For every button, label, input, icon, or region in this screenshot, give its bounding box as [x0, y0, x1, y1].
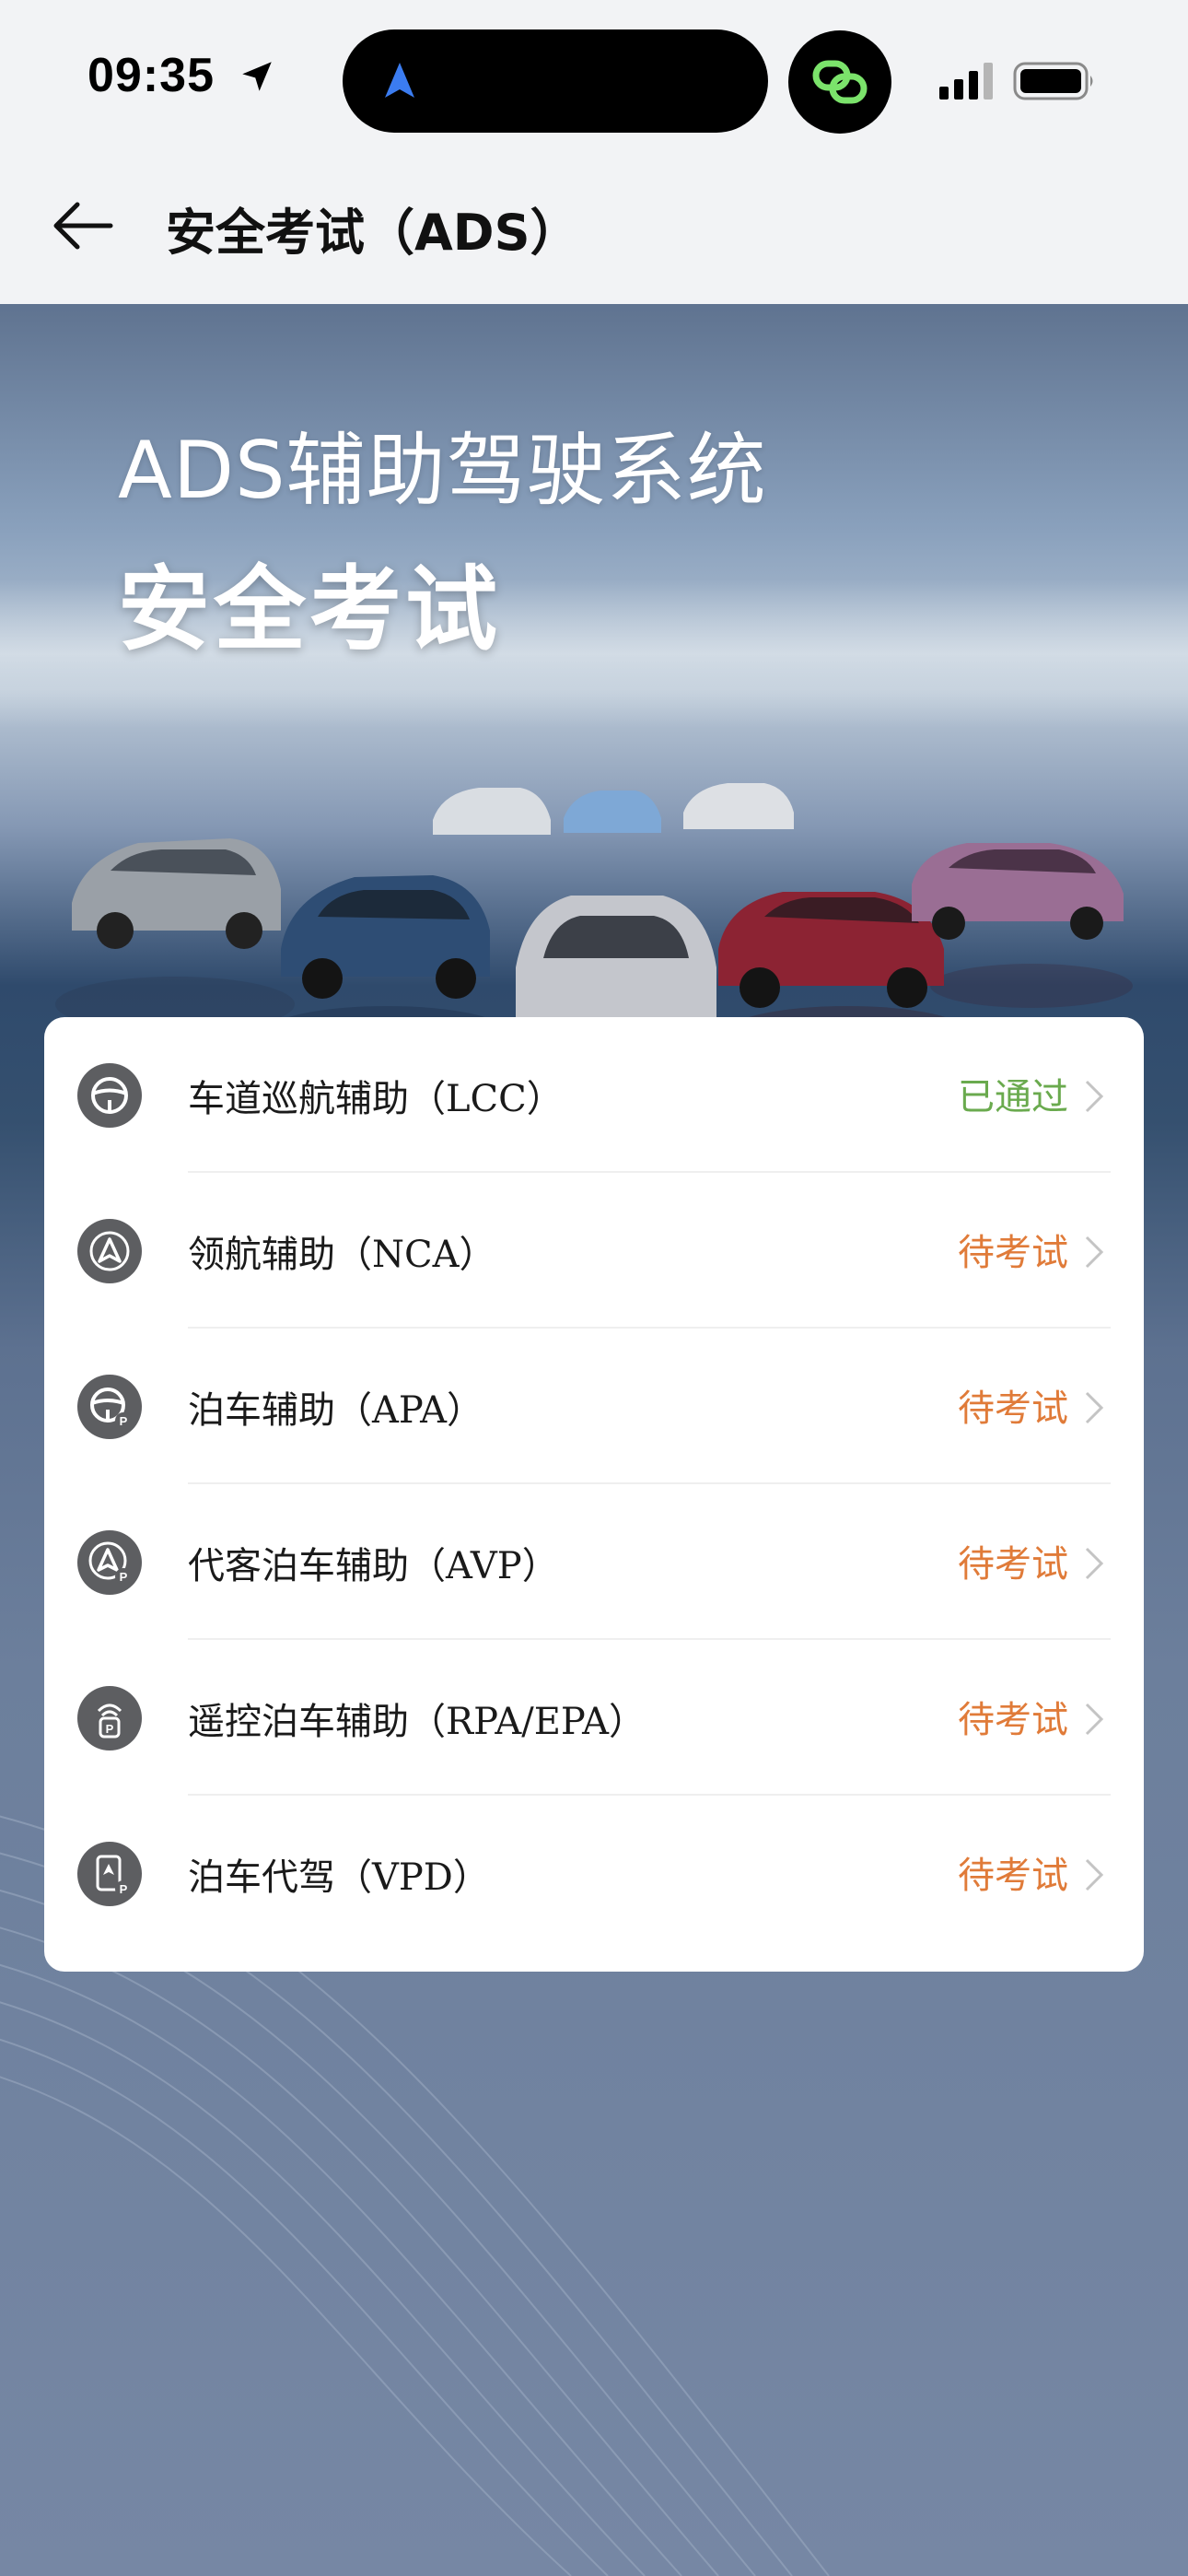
- exam-label: 车道巡航辅助（LCC）: [188, 1078, 564, 1120]
- exam-row-avp[interactable]: P 代客泊车辅助（AVP） 待考试: [44, 1484, 1144, 1640]
- hero-title: 安全考试: [118, 556, 501, 663]
- cellular-signal-icon: [939, 63, 993, 100]
- steering-wheel-icon: [77, 1063, 142, 1128]
- svg-text:P: P: [106, 1722, 114, 1736]
- exam-list-card: 车道巡航辅助（LCC） 已通过 领航辅助（NCA） 待考试 P 泊车辅助（APA…: [44, 1017, 1144, 1972]
- navigation-triangle-icon: [77, 1219, 142, 1283]
- exam-status: 待考试: [958, 1232, 1068, 1274]
- exam-status: 待考试: [958, 1388, 1068, 1430]
- exam-label: 泊车辅助（APA）: [188, 1389, 484, 1432]
- exam-label: 领航辅助（NCA）: [188, 1234, 496, 1276]
- chevron-right-icon: [1085, 1703, 1104, 1736]
- battery-icon: [1013, 62, 1093, 100]
- hero-subtitle: ADS辅助驾驶系统: [118, 425, 767, 517]
- exam-status: 待考试: [958, 1855, 1068, 1897]
- back-arrow-icon[interactable]: [46, 193, 120, 258]
- svg-text:P: P: [120, 1882, 128, 1896]
- phone-parking-icon: P: [77, 1842, 142, 1906]
- exam-label: 遥控泊车辅助（RPA/EPA）: [188, 1701, 646, 1743]
- exam-row-vpd[interactable]: P 泊车代驾（VPD） 待考试: [44, 1796, 1144, 1951]
- navigation-arrow-icon: [385, 63, 414, 98]
- svg-text:P: P: [120, 1570, 128, 1584]
- remote-parking-icon: P: [77, 1686, 142, 1751]
- chevron-right-icon: [1085, 1235, 1104, 1269]
- dynamic-island: [343, 29, 768, 133]
- exam-status: 待考试: [958, 1699, 1068, 1741]
- svg-text:P: P: [120, 1414, 128, 1428]
- chat-link-icon: [812, 60, 868, 104]
- chevron-right-icon: [1085, 1391, 1104, 1424]
- exam-status: 待考试: [958, 1543, 1068, 1586]
- exam-row-rpa-epa[interactable]: P 遥控泊车辅助（RPA/EPA） 待考试: [44, 1640, 1144, 1796]
- chevron-right-icon: [1085, 1080, 1104, 1113]
- status-bar: 09:35: [0, 0, 1188, 161]
- chevron-right-icon: [1085, 1547, 1104, 1580]
- exam-status: 已通过: [958, 1076, 1068, 1118]
- exam-row-nca[interactable]: 领航辅助（NCA） 待考试: [44, 1173, 1144, 1329]
- navigation-parking-icon: P: [77, 1530, 142, 1595]
- exam-row-apa[interactable]: P 泊车辅助（APA） 待考试: [44, 1329, 1144, 1484]
- exam-label: 泊车代驾（VPD）: [188, 1856, 490, 1899]
- chat-app-indicator[interactable]: [788, 30, 891, 134]
- page-title: 安全考试（ADS）: [166, 204, 580, 262]
- exam-label: 代客泊车辅助（AVP）: [188, 1545, 559, 1587]
- exam-row-lcc[interactable]: 车道巡航辅助（LCC） 已通过: [44, 1017, 1144, 1173]
- cars-illustration: [55, 783, 1133, 1060]
- steering-wheel-parking-icon: P: [77, 1375, 142, 1439]
- status-time: 09:35: [87, 49, 215, 102]
- chevron-right-icon: [1085, 1858, 1104, 1891]
- location-arrow-icon: [242, 62, 272, 91]
